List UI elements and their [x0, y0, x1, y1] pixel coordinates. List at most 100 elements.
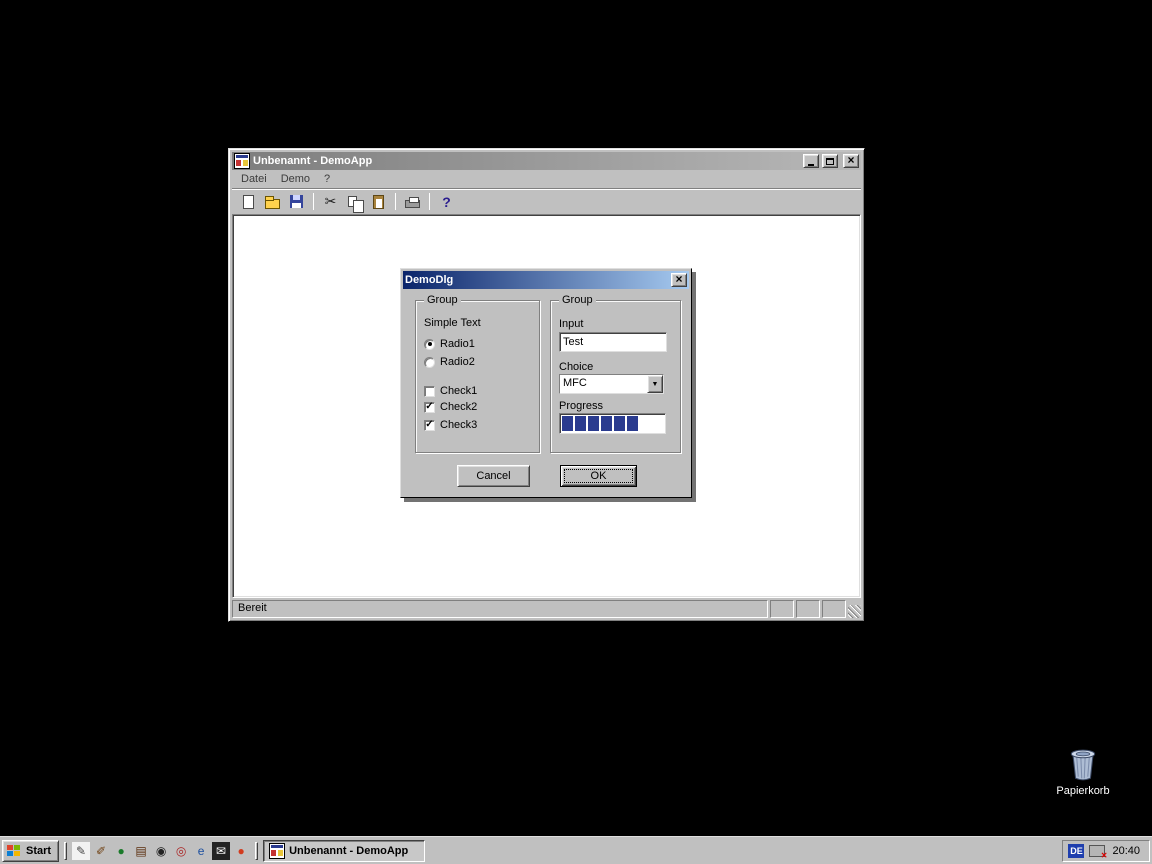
pen-icon[interactable]: ✐ — [92, 842, 110, 860]
paste-button[interactable] — [367, 191, 390, 213]
combobox-value: MFC — [560, 375, 647, 393]
taskbar-grip[interactable] — [255, 842, 258, 860]
checkbox-check2[interactable]: Check2 — [424, 401, 477, 413]
progress-bar — [559, 413, 666, 434]
new-document-button[interactable] — [237, 191, 260, 213]
desktop-icon-label: Papierkorb — [1046, 785, 1120, 797]
open-folder-icon — [265, 199, 280, 209]
resize-grip[interactable] — [848, 605, 861, 618]
close-icon: × — [847, 154, 854, 166]
progress-segment — [614, 416, 625, 431]
maximize-button[interactable] — [822, 154, 838, 168]
close-button[interactable]: × — [843, 154, 859, 168]
radio-radio1[interactable]: Radio1 — [424, 338, 475, 350]
dialog-titlebar[interactable]: DemoDlg × — [403, 271, 689, 289]
combobox-dropdown-button[interactable]: ▼ — [647, 375, 663, 393]
choice-label: Choice — [559, 361, 593, 373]
open-button[interactable] — [261, 191, 284, 213]
task-button-demoapp[interactable]: Unbenannt - DemoApp — [263, 840, 425, 862]
input-label: Input — [559, 318, 583, 330]
menu-item-help[interactable]: ? — [317, 171, 337, 187]
status-bar: Bereit — [232, 600, 861, 618]
tray-status-icon[interactable] — [1089, 845, 1105, 857]
taskbar: Start ✎✐●▤◉◎e✉● Unbenannt - DemoApp DE 2… — [0, 836, 1152, 864]
start-label: Start — [26, 845, 51, 857]
system-tray: DE 20:40 — [1062, 840, 1150, 862]
menu-item-datei[interactable]: Datei — [234, 171, 274, 187]
radio-radio2[interactable]: Radio2 — [424, 356, 475, 368]
print-button[interactable] — [401, 191, 424, 213]
group-label: Group — [559, 294, 596, 306]
cut-button[interactable] — [319, 191, 342, 213]
checkbox-check1[interactable]: Check1 — [424, 385, 477, 397]
toolbar-separator — [395, 193, 396, 210]
web-globe-icon[interactable]: ● — [112, 842, 130, 860]
target-icon[interactable]: ◎ — [172, 842, 190, 860]
maximize-icon — [826, 158, 834, 165]
cut-icon — [325, 193, 337, 210]
app-icon — [269, 843, 285, 859]
group-label: Group — [424, 294, 461, 306]
static-text: Simple Text — [424, 317, 481, 329]
language-indicator[interactable]: DE — [1068, 844, 1084, 858]
progress-segment — [601, 416, 612, 431]
save-button[interactable] — [285, 191, 308, 213]
browser-e-icon[interactable]: e — [192, 842, 210, 860]
progress-segment — [575, 416, 586, 431]
copy-button[interactable] — [343, 191, 366, 213]
save-icon — [290, 195, 303, 208]
cancel-button[interactable]: Cancel — [457, 465, 530, 487]
input-field[interactable] — [559, 332, 667, 352]
menu-item-demo[interactable]: Demo — [274, 171, 317, 187]
dialog-title: DemoDlg — [405, 274, 668, 286]
recycle-bin-icon — [1066, 746, 1100, 782]
desktop: Unbenannt - DemoApp × Datei Demo ? Berei — [0, 0, 1152, 836]
checkbox-label: Check1 — [440, 385, 477, 397]
browser-ball-icon[interactable]: ● — [232, 842, 250, 860]
minimize-button[interactable] — [803, 154, 819, 168]
radio-label: Radio1 — [440, 338, 475, 350]
group-box-left: Group Simple Text Radio1 Radio2 Check1 C… — [415, 300, 540, 453]
window-title: Unbenannt - DemoApp — [253, 155, 800, 167]
checkbox-icon — [424, 386, 435, 397]
close-icon: × — [675, 273, 682, 285]
checkbox-check3[interactable]: Check3 — [424, 419, 477, 431]
radio-button-icon — [424, 339, 435, 350]
print-icon — [405, 200, 420, 208]
dialog-body: Group Simple Text Radio1 Radio2 Check1 C… — [403, 289, 689, 495]
dialog-close-button[interactable]: × — [671, 273, 687, 287]
book-icon[interactable]: ▤ — [132, 842, 150, 860]
task-button-label: Unbenannt - DemoApp — [289, 845, 408, 857]
help-button[interactable] — [435, 191, 458, 213]
quick-launch: ✎✐●▤◉◎e✉● — [72, 842, 250, 860]
chevron-down-icon: ▼ — [652, 381, 659, 388]
radio-label: Radio2 — [440, 356, 475, 368]
progress-label: Progress — [559, 400, 603, 412]
desktop-icon-recycle-bin[interactable]: Papierkorb — [1046, 746, 1120, 797]
main-window-titlebar[interactable]: Unbenannt - DemoApp × — [232, 152, 861, 170]
status-pane — [822, 600, 846, 618]
start-button[interactable]: Start — [2, 840, 59, 862]
copy-icon — [348, 196, 357, 207]
radio-button-icon — [424, 357, 435, 368]
status-text: Bereit — [232, 600, 768, 618]
toolbar-separator — [429, 193, 430, 210]
app-icon — [234, 153, 250, 169]
new-document-icon — [243, 195, 254, 209]
eye-icon[interactable]: ◉ — [152, 842, 170, 860]
help-icon — [442, 194, 451, 210]
checkbox-label: Check2 — [440, 401, 477, 413]
menu-bar: Datei Demo ? — [232, 170, 861, 188]
taskbar-clock[interactable]: 20:40 — [1110, 845, 1140, 857]
progress-segment — [562, 416, 573, 431]
group-box-right: Group Input Choice MFC ▼ Progress — [550, 300, 681, 453]
choice-combobox[interactable]: MFC ▼ — [559, 374, 664, 394]
toolbar — [232, 188, 861, 214]
ok-button[interactable]: OK — [560, 465, 637, 487]
checkbox-icon — [424, 420, 435, 431]
toolbar-separator — [313, 193, 314, 210]
edit-doc-icon[interactable]: ✎ — [72, 842, 90, 860]
mail-icon[interactable]: ✉ — [212, 842, 230, 860]
taskbar-grip[interactable] — [64, 842, 67, 860]
windows-logo-icon — [6, 844, 22, 858]
